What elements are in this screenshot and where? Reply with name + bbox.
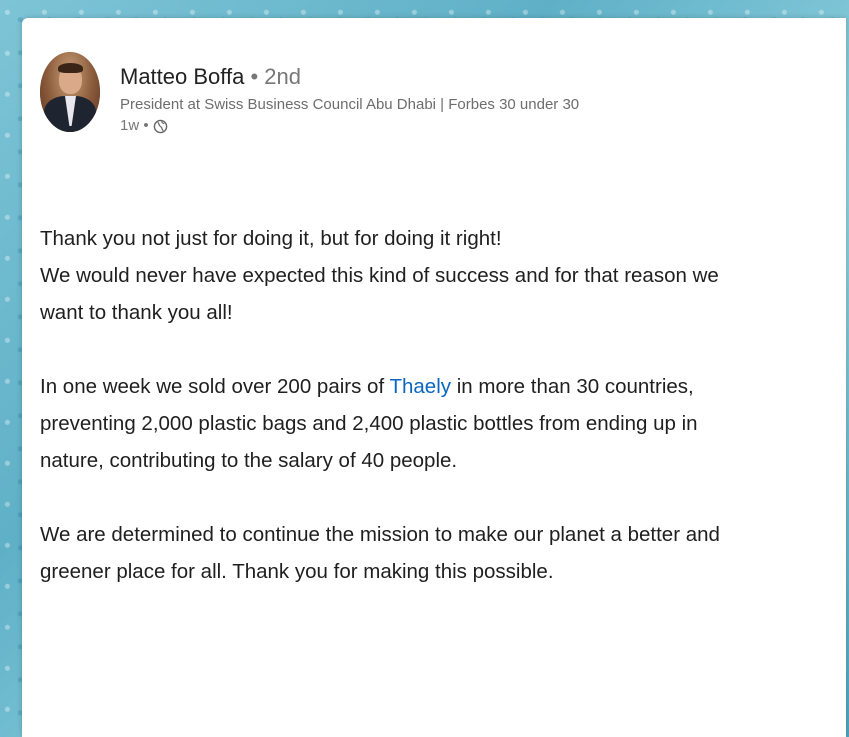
connection-degree: 2nd [264, 64, 301, 89]
post-text-line: preventing 2,000 plastic bags and 2,400 … [40, 412, 698, 435]
post-text-line: greener place for all. Thank you for mak… [40, 560, 554, 583]
post-header: Matteo Boffa • 2nd President at Swiss Bu… [40, 52, 579, 136]
separator-dot: • [244, 64, 265, 89]
post-timestamp: 1w • [120, 117, 149, 134]
avatar[interactable] [40, 52, 100, 132]
post-text-line: In one week we sold over 200 pairs of Th… [40, 368, 830, 405]
company-mention-link[interactable]: Thaely [389, 375, 451, 398]
post-text-line: We would never have expected this kind o… [40, 264, 719, 287]
post-card: Matteo Boffa • 2nd President at Swiss Bu… [22, 18, 846, 737]
author-name-line: Matteo Boffa • 2nd [120, 64, 579, 90]
post-timestamp-line: 1w • [120, 116, 579, 136]
post-text-line: want to thank you all! [40, 301, 233, 324]
globe-icon [153, 119, 168, 134]
post-body: Thank you not just for doing it, but for… [40, 220, 830, 590]
author-name[interactable]: Matteo Boffa [120, 64, 244, 89]
post-text-line: Thank you not just for doing it, but for… [40, 227, 502, 250]
post-text-segment: In one week we sold over 200 pairs of [40, 375, 390, 398]
author-meta: Matteo Boffa • 2nd President at Swiss Bu… [120, 64, 579, 136]
author-headline: President at Swiss Business Council Abu … [120, 96, 580, 113]
post-text-line: nature, contributing to the salary of 40… [40, 449, 458, 472]
post-text-segment: in more than 30 countries, [451, 375, 694, 398]
post-text-line: We are determined to continue the missio… [40, 523, 720, 546]
